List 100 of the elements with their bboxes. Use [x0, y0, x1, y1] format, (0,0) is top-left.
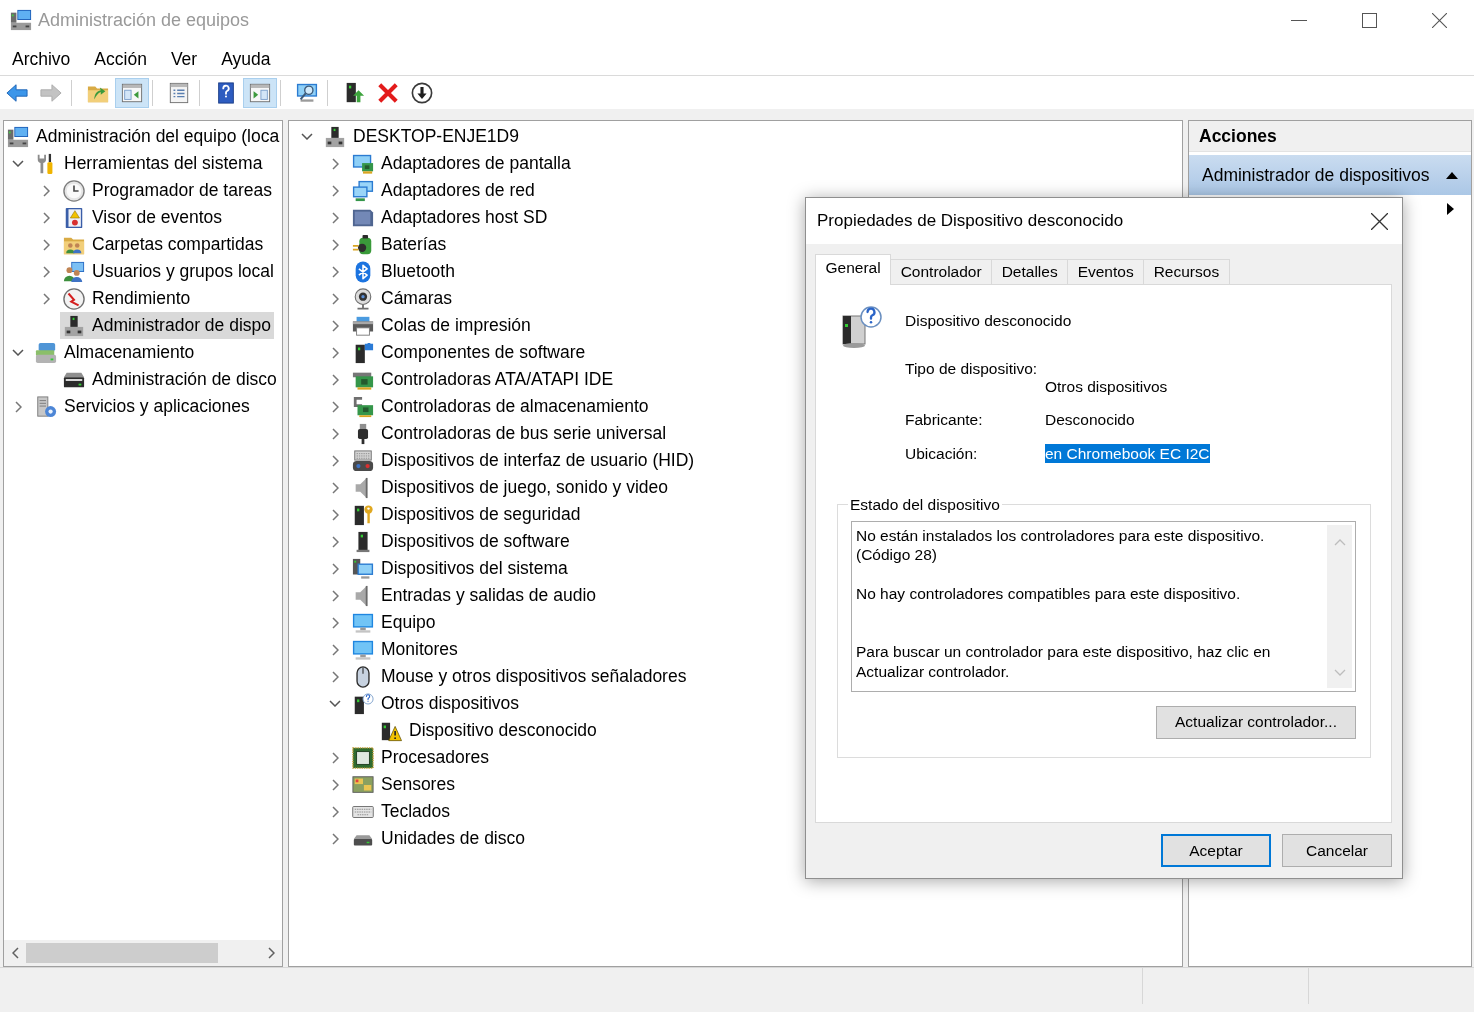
chevron-icon[interactable]	[331, 157, 339, 170]
update-driver-button[interactable]: Actualizar controlador...	[1156, 705, 1356, 739]
dialog-button[interactable]: Cancelar	[1282, 834, 1392, 867]
chevron-icon[interactable]	[331, 832, 339, 845]
tab[interactable]: General	[815, 254, 892, 285]
scroll-left-icon[interactable]	[11, 947, 19, 959]
chevron-icon[interactable]	[331, 535, 339, 548]
chevron-icon[interactable]	[331, 238, 339, 251]
chevron-icon[interactable]	[331, 427, 339, 440]
dialog-button[interactable]: Aceptar	[1161, 834, 1271, 867]
chevron-icon[interactable]	[331, 184, 339, 197]
tree-item[interactable]: DESKTOP-ENJE1D9	[321, 123, 522, 150]
chevron-icon[interactable]	[331, 481, 339, 494]
chevron-icon[interactable]	[331, 265, 339, 278]
tree-item[interactable]: Teclados	[349, 798, 454, 825]
tree-item[interactable]: Unidades de disco	[349, 825, 528, 852]
chevron-icon[interactable]	[331, 562, 339, 575]
actions-section[interactable]: Administrador de dispositivos	[1189, 155, 1471, 195]
tree-item[interactable]: Carpetas compartidas	[60, 231, 267, 258]
tree-item[interactable]: Bluetooth	[349, 258, 458, 285]
chevron-icon[interactable]	[42, 211, 50, 224]
show-hide-action-pane-button[interactable]	[243, 77, 277, 108]
tree-item[interactable]: Dispositivos de software	[349, 528, 573, 555]
chevron-icon[interactable]	[14, 400, 22, 413]
show-hide-tree-button[interactable]	[115, 77, 149, 108]
tab[interactable]: Recursos	[1143, 259, 1230, 284]
collapse-icon[interactable]	[1446, 171, 1458, 179]
chevron-icon[interactable]	[331, 751, 339, 764]
tree-item[interactable]: Mouse y otros dispositivos señaladores	[349, 663, 690, 690]
chevron-icon[interactable]	[331, 508, 339, 521]
menu-item[interactable]: Archivo	[0, 48, 83, 70]
tree-item[interactable]: Otros dispositivos	[349, 690, 523, 717]
tree-item[interactable]: Controladoras de almacenamiento	[349, 393, 652, 420]
chevron-icon[interactable]	[331, 346, 339, 359]
tree-item[interactable]: Componentes de software	[349, 339, 589, 366]
chevron-icon[interactable]	[331, 616, 339, 629]
tree-item[interactable]: Adaptadores host SD	[349, 204, 551, 231]
network-icon	[352, 179, 374, 202]
tree-item[interactable]: Administrador de dispo	[60, 312, 274, 339]
chevron-icon[interactable]	[331, 400, 339, 413]
tree-item[interactable]: Controladoras ATA/ATAPI IDE	[349, 366, 617, 393]
chevron-icon[interactable]	[329, 700, 341, 707]
tree-item[interactable]: Dispositivo desconocido	[377, 717, 600, 744]
submenu-arrow-icon[interactable]	[1447, 202, 1454, 215]
tree-item[interactable]: Servicios y aplicaciones	[32, 393, 253, 420]
chevron-icon[interactable]	[331, 454, 339, 467]
chevron-icon[interactable]	[331, 643, 339, 656]
chevron-icon[interactable]	[331, 211, 339, 224]
tree-item[interactable]: Sensores	[349, 771, 458, 798]
chevron-icon[interactable]	[331, 373, 339, 386]
menu-item[interactable]: Acción	[82, 48, 159, 70]
chevron-icon[interactable]	[42, 238, 50, 251]
chevron-icon[interactable]	[301, 133, 313, 140]
tree-item[interactable]: Cámaras	[349, 285, 455, 312]
tree-item[interactable]: Entradas y salidas de audio	[349, 582, 599, 609]
help-icon	[215, 81, 237, 104]
tree-item[interactable]: Equipo	[349, 609, 439, 636]
tree-item[interactable]: Controladoras de bus serie universal	[349, 420, 670, 447]
horizontal-scrollbar[interactable]	[4, 940, 282, 966]
status-textarea[interactable]: No están instalados los controladores para este dispositivo. (Código 28) No hay controladores compatibles para este dispositivo. Para buscar un controlador para este dispositivo, haz clic en Actualizar controlador.	[851, 520, 1356, 692]
tree-item[interactable]: Visor de eventos	[60, 204, 226, 231]
tree-item[interactable]: Usuarios y grupos local	[60, 258, 277, 285]
tree-item[interactable]: Administración del equipo (loca	[4, 123, 282, 150]
tree-item[interactable]: Colas de impresión	[349, 312, 534, 339]
tree-item[interactable]: Almacenamiento	[32, 339, 198, 366]
chevron-icon[interactable]	[331, 319, 339, 332]
chevron-icon[interactable]	[331, 805, 339, 818]
tree-item[interactable]: Programador de tareas	[60, 177, 275, 204]
tree-item[interactable]: Dispositivos de interfaz de usuario (HID)	[349, 447, 698, 474]
chevron-icon[interactable]	[42, 184, 50, 197]
scrollbar-thumb[interactable]	[26, 943, 218, 963]
menu-item[interactable]: Ver	[158, 48, 210, 70]
tree-item[interactable]: Adaptadores de red	[349, 177, 538, 204]
chevron-icon[interactable]	[12, 349, 24, 356]
menu-item[interactable]: Ayuda	[209, 48, 283, 70]
tower-monitor-icon	[352, 557, 374, 580]
property-value: Desconocido	[1045, 410, 1135, 429]
monitor-icon	[352, 611, 374, 634]
tree-item[interactable]: Dispositivos del sistema	[349, 555, 571, 582]
gauge-icon	[63, 287, 85, 310]
chevron-icon[interactable]	[331, 589, 339, 602]
tree-item[interactable]: Adaptadores de pantalla	[349, 150, 574, 177]
storage-controller-icon	[352, 395, 374, 418]
tree-item[interactable]: Administración de disco	[60, 366, 280, 393]
chevron-icon[interactable]	[12, 160, 24, 167]
tree-item[interactable]: Dispositivos de seguridad	[349, 501, 584, 528]
tree-item[interactable]: Monitores	[349, 636, 461, 663]
chevron-icon[interactable]	[331, 778, 339, 791]
scroll-right-icon[interactable]	[267, 947, 275, 959]
property-label: Fabricante:	[905, 410, 983, 429]
tree-item[interactable]: Procesadores	[349, 744, 492, 771]
chevron-icon[interactable]	[42, 292, 50, 305]
chevron-icon[interactable]	[331, 292, 339, 305]
tree-item[interactable]: Herramientas del sistema	[32, 150, 266, 177]
chevron-icon[interactable]	[331, 670, 339, 683]
tree-item[interactable]: Dispositivos de juego, sonido y video	[349, 474, 671, 501]
key-tower-icon	[352, 503, 374, 526]
tree-item[interactable]: Rendimiento	[60, 285, 194, 312]
chevron-icon[interactable]	[42, 265, 50, 278]
tree-item[interactable]: Baterías	[349, 231, 450, 258]
